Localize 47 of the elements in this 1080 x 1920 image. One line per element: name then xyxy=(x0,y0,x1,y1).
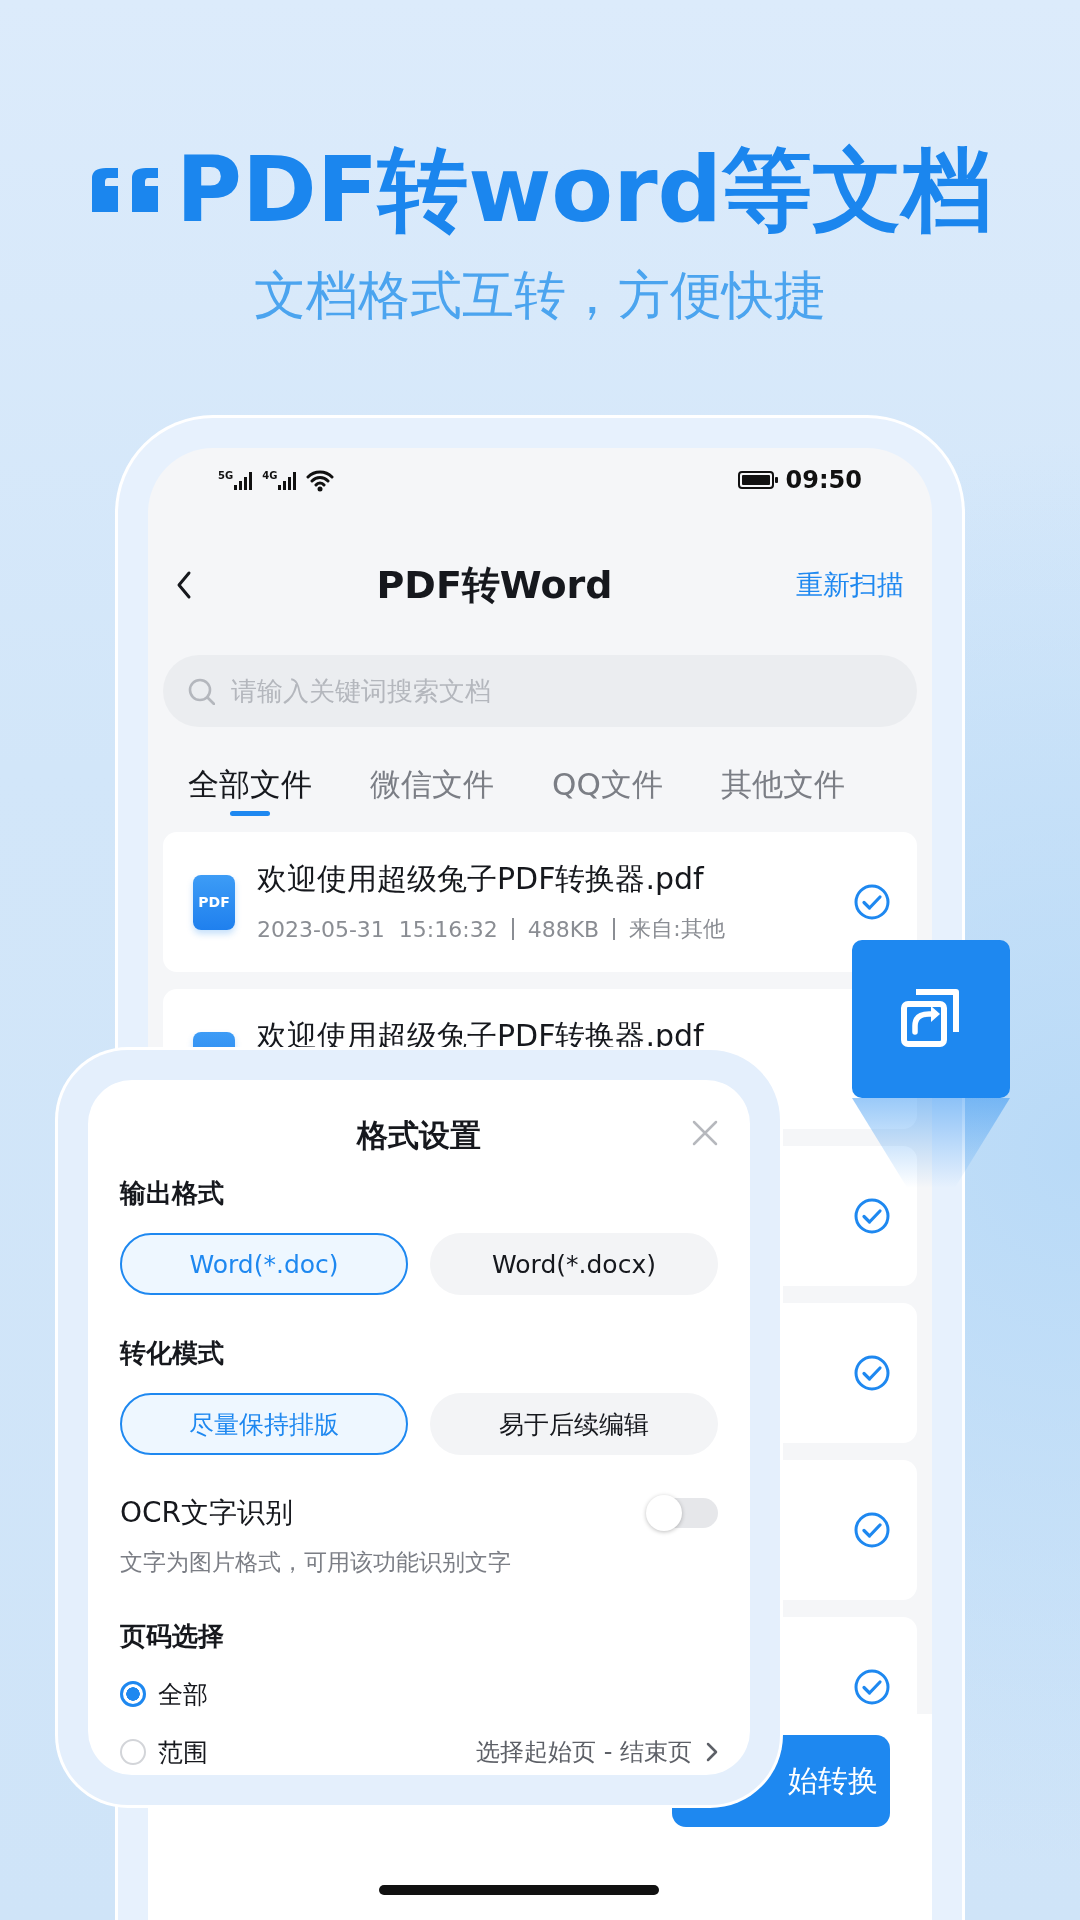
tab[interactable]: QQ文件 xyxy=(552,751,663,816)
battery-icon xyxy=(737,471,778,489)
dialog-title: 格式设置 xyxy=(357,1116,481,1155)
section-label: 页码选择 xyxy=(120,1620,225,1653)
file-meta: 488KB xyxy=(527,916,600,942)
file-meta: 来自:其他 xyxy=(629,915,725,943)
format-option[interactable]: Word(*.docx) xyxy=(430,1233,718,1295)
hint-text: 文字为图片格式，可用该功能识别文字 xyxy=(120,1548,512,1577)
signal-icon xyxy=(278,470,297,490)
chevron-icon xyxy=(706,1742,718,1762)
page-title: PDF转Word xyxy=(375,561,614,609)
wifi-icon xyxy=(306,468,335,492)
headline: PDF转word等文档 xyxy=(176,136,992,244)
network-label: 5G xyxy=(218,470,234,481)
clock-time: 09:50 xyxy=(785,466,862,494)
toggle-switch[interactable] xyxy=(648,1498,718,1528)
option-label: 全部 xyxy=(158,1678,208,1711)
format-option[interactable]: 尽量保持排版 xyxy=(120,1393,408,1455)
radio-option[interactable]: 范围 xyxy=(120,1735,208,1769)
file-card[interactable]: PDF 欢迎使用超级兔子PDF转换器.pdf 2023-05-31 15:16:32 488KB 来自:其他 xyxy=(163,832,917,972)
search-icon xyxy=(187,677,215,705)
file-meta: 2023-05-31 15:16:32 xyxy=(257,916,498,942)
tab[interactable]: 其他文件 xyxy=(720,751,845,816)
subtitle: 文档格式互转，方便快捷 xyxy=(253,264,827,327)
close-icon[interactable] xyxy=(692,1120,718,1146)
option-label: 范围 xyxy=(158,1736,208,1769)
check-icon[interactable] xyxy=(854,1512,890,1548)
rescan-link[interactable]: 重新扫描 xyxy=(796,567,904,603)
section-label: 输出格式 xyxy=(120,1177,225,1210)
signal-icon xyxy=(234,470,253,490)
pdf-file-icon: PDF xyxy=(193,874,235,930)
section-label: 转化模式 xyxy=(120,1337,225,1370)
radio-option[interactable]: 全部 xyxy=(120,1677,208,1711)
network-label: 4G xyxy=(262,470,278,481)
tab[interactable]: 微信文件 xyxy=(370,751,494,816)
share-popover-menu[interactable] xyxy=(852,940,1010,1098)
format-option[interactable]: 易于后续编辑 xyxy=(430,1393,718,1455)
check-icon[interactable] xyxy=(854,884,890,920)
section-label: OCR文字识别 xyxy=(120,1495,294,1531)
check-icon[interactable] xyxy=(854,1669,890,1705)
radio-icon[interactable] xyxy=(120,1681,146,1707)
check-icon[interactable] xyxy=(854,1198,890,1234)
check-icon[interactable] xyxy=(854,1355,890,1391)
tab[interactable]: 全部文件 xyxy=(188,751,312,816)
format-option[interactable]: Word(*.doc) xyxy=(120,1233,408,1295)
back-icon[interactable] xyxy=(175,570,193,600)
file-name: 欢迎使用超级兔子PDF转换器.pdf xyxy=(257,860,705,898)
